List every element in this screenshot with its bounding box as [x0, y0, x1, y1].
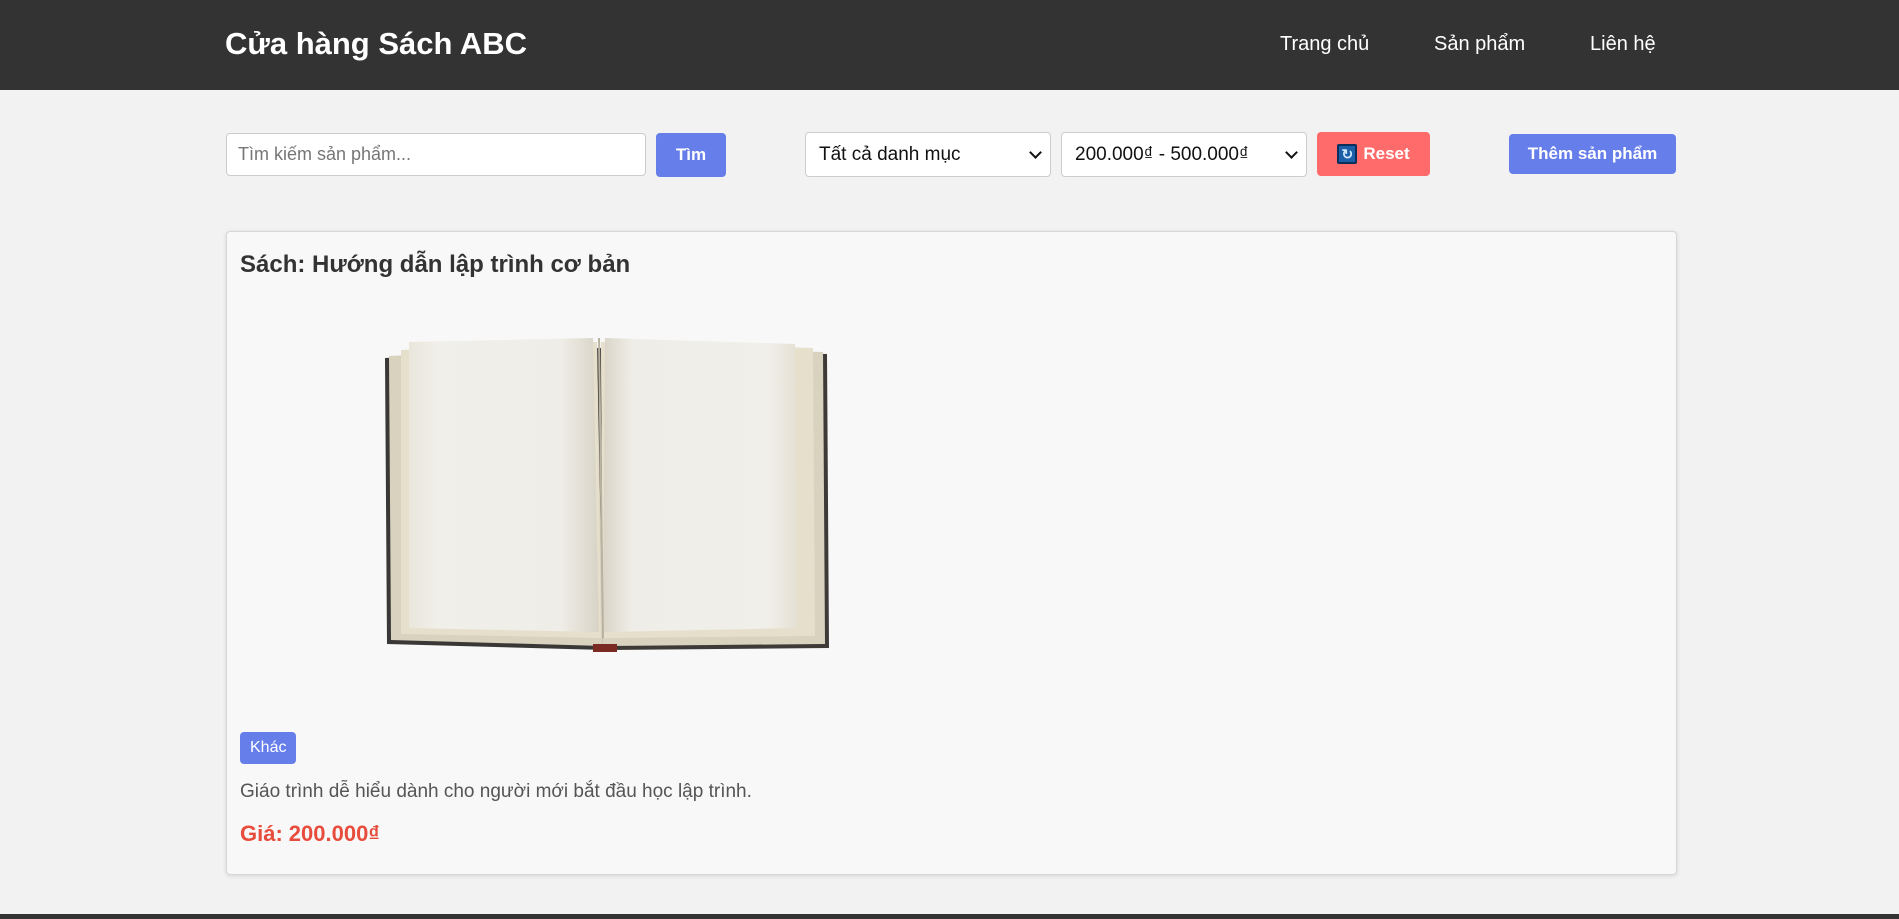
chevron-down-icon [1285, 146, 1298, 159]
refresh-icon: ↻ [1337, 144, 1358, 164]
nav-link-products[interactable]: Sản phẩm [1434, 33, 1525, 56]
main-nav: Trang chủ Sản phẩm Liên hệ [0, 33, 1899, 63]
open-book-icon [385, 337, 829, 652]
category-select-value: Tất cả danh mục [819, 143, 961, 165]
product-description: Giáo trình dễ hiểu dành cho người mới bắ… [240, 781, 752, 802]
site-header: Cửa hàng Sách ABC Trang chủ Sản phẩm Liê… [0, 0, 1899, 90]
product-price: Giá: 200.000₫ [240, 821, 380, 847]
site-footer [0, 914, 1899, 919]
reset-button-label: Reset [1363, 144, 1410, 163]
category-badge[interactable]: Khác [240, 732, 297, 764]
add-product-button[interactable]: Thêm sản phẩm [1509, 134, 1676, 174]
nav-link-home[interactable]: Trang chủ [1280, 33, 1369, 56]
search-button[interactable]: Tìm [656, 133, 726, 177]
nav-link-contact[interactable]: Liên hệ [1590, 33, 1656, 56]
filter-toolbar: Tìm Tất cả danh mục 200.000₫ - 500.000₫ … [0, 131, 1899, 177]
price-value: 200.000₫ [288, 821, 380, 846]
price-label: Giá: [240, 821, 283, 846]
category-select[interactable]: Tất cả danh mục [805, 132, 1051, 177]
product-card: Sách: Hướng dẫn lập trình cơ bản Khác Gi… [226, 231, 1677, 875]
reset-button[interactable]: ↻ Reset [1317, 132, 1430, 176]
product-title: Sách: Hướng dẫn lập trình cơ bản [240, 251, 631, 278]
price-range-select-value: 200.000₫ - 500.000₫ [1075, 143, 1249, 165]
price-range-select[interactable]: 200.000₫ - 500.000₫ [1061, 132, 1307, 177]
product-image [357, 332, 847, 692]
chevron-down-icon [1029, 146, 1042, 159]
search-input[interactable] [226, 133, 646, 176]
